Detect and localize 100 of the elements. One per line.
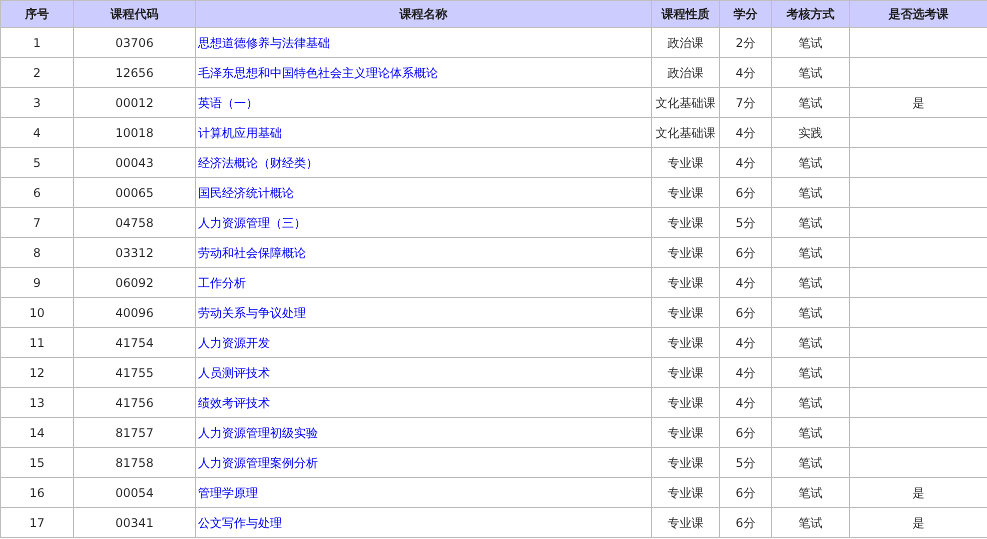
table-cell-text: 4分 bbox=[736, 156, 756, 170]
column-header: 序号 bbox=[25, 7, 49, 21]
course-link[interactable]: 人力资源管理案例分析 bbox=[198, 456, 318, 470]
table-cell-text: 7 bbox=[33, 216, 41, 230]
table-cell-text: 9 bbox=[33, 276, 41, 290]
table-cell-text: 笔试 bbox=[798, 366, 822, 380]
table-cell-text: 00341 bbox=[115, 516, 154, 530]
course-link[interactable]: 管理学原理 bbox=[198, 486, 258, 500]
table-cell-text: 40096 bbox=[115, 306, 154, 320]
table-cell-text: 00043 bbox=[115, 156, 154, 170]
course-link[interactable]: 人力资源开发 bbox=[198, 336, 270, 350]
course-link[interactable]: 人力资源管理初级实验 bbox=[198, 426, 318, 440]
table-cell-text: 笔试 bbox=[798, 396, 822, 410]
table-cell-text: 6分 bbox=[736, 516, 756, 530]
table-cell-text: 2分 bbox=[736, 36, 756, 50]
table-cell-text: 笔试 bbox=[798, 306, 822, 320]
table-cell-text: 10 bbox=[29, 306, 45, 320]
table-cell-text: 政治课 bbox=[668, 36, 704, 50]
course-link[interactable]: 工作分析 bbox=[198, 276, 246, 290]
table-cell-text: 专业课 bbox=[668, 306, 704, 320]
course-link[interactable]: 英语（一） bbox=[198, 96, 258, 110]
table-cell-text: 14 bbox=[29, 426, 45, 440]
table-cell-text: 笔试 bbox=[798, 246, 822, 260]
course-link[interactable]: 经济法概论（财经类） bbox=[198, 156, 318, 170]
table-cell-text: 专业课 bbox=[668, 486, 704, 500]
table-cell-text: 7分 bbox=[736, 96, 756, 110]
table-cell-text: 2 bbox=[33, 66, 41, 80]
course-link[interactable]: 人力资源管理（三） bbox=[198, 216, 306, 230]
table-cell-text: 笔试 bbox=[798, 336, 822, 350]
table-cell-text: 笔试 bbox=[798, 186, 822, 200]
table-cell-text: 笔试 bbox=[798, 486, 822, 500]
table-cell-text: 笔试 bbox=[798, 276, 822, 290]
table-cell-text: 笔试 bbox=[798, 66, 822, 80]
table-cell-text: 11 bbox=[29, 336, 45, 350]
table-cell-text: 12 bbox=[29, 366, 45, 380]
table-cell-text: 13 bbox=[29, 396, 45, 410]
table-cell-text: 4分 bbox=[736, 396, 756, 410]
table-cell-text: 6分 bbox=[736, 186, 756, 200]
table-cell-text: 是 bbox=[912, 486, 924, 500]
course-link[interactable]: 国民经济统计概论 bbox=[198, 186, 294, 200]
course-link[interactable]: 公文写作与处理 bbox=[198, 516, 282, 530]
table-cell-text: 81757 bbox=[115, 426, 154, 440]
table-cell-text: 笔试 bbox=[798, 36, 822, 50]
table-cell-text: 41756 bbox=[115, 396, 154, 410]
column-header: 课程代码 bbox=[110, 7, 158, 21]
table-cell-text: 专业课 bbox=[668, 156, 704, 170]
table-cell-text: 03312 bbox=[115, 246, 154, 260]
table-cell-text: 3 bbox=[33, 96, 41, 110]
table-cell-text: 实践 bbox=[798, 126, 822, 140]
table-cell-text: 专业课 bbox=[668, 216, 704, 230]
table-cell-text: 10018 bbox=[115, 126, 154, 140]
table-cell-text: 5分 bbox=[736, 216, 756, 230]
column-header: 学分 bbox=[734, 7, 758, 21]
table-cell-text: 00054 bbox=[115, 486, 154, 500]
table-cell-text: 5 bbox=[33, 156, 41, 170]
table-cell-text: 6分 bbox=[736, 426, 756, 440]
table-cell-text: 00012 bbox=[115, 96, 154, 110]
table-cell-text: 5分 bbox=[736, 456, 756, 470]
table-cell-text: 12656 bbox=[115, 66, 154, 80]
table-cell-text: 4分 bbox=[736, 66, 756, 80]
table-cell-text: 笔试 bbox=[798, 156, 822, 170]
course-link[interactable]: 劳动关系与争议处理 bbox=[198, 306, 306, 320]
table-cell-text: 文化基础课 bbox=[656, 96, 716, 110]
course-link[interactable]: 绩效考评技术 bbox=[198, 396, 270, 410]
course-link[interactable]: 计算机应用基础 bbox=[198, 126, 282, 140]
table-cell-text: 专业课 bbox=[668, 396, 704, 410]
course-link[interactable]: 人员测评技术 bbox=[198, 366, 270, 380]
table-cell-text: 6 bbox=[33, 186, 41, 200]
table-cell-text: 笔试 bbox=[798, 426, 822, 440]
table-cell-text: 81758 bbox=[115, 456, 154, 470]
table-cell-text: 8 bbox=[33, 246, 41, 260]
table-cell-text: 1 bbox=[33, 36, 41, 50]
table-cell-text: 03706 bbox=[115, 36, 154, 50]
table-cell-text: 4分 bbox=[736, 276, 756, 290]
table-cell-text: 专业课 bbox=[668, 246, 704, 260]
table-cell-text: 6分 bbox=[736, 246, 756, 260]
table-cell-text: 是 bbox=[912, 516, 924, 530]
column-header: 课程性质 bbox=[662, 7, 710, 21]
table-cell-text: 专业课 bbox=[668, 516, 704, 530]
column-header: 课程名称 bbox=[400, 7, 448, 21]
table-cell-text: 专业课 bbox=[668, 336, 704, 350]
table-cell-text: 专业课 bbox=[668, 456, 704, 470]
table-cell-text: 4分 bbox=[736, 126, 756, 140]
column-header: 是否选考课 bbox=[888, 7, 948, 21]
table-cell-text: 00065 bbox=[115, 186, 154, 200]
table-cell-text: 6分 bbox=[736, 486, 756, 500]
table-cell-text: 专业课 bbox=[668, 276, 704, 290]
table-cell-text: 15 bbox=[29, 456, 45, 470]
column-header: 考核方式 bbox=[786, 7, 834, 21]
table-cell-text: 4分 bbox=[736, 336, 756, 350]
table-cell-text: 4 bbox=[33, 126, 41, 140]
table-cell-text: 是 bbox=[912, 96, 924, 110]
course-link[interactable]: 思想道德修养与法律基础 bbox=[198, 36, 330, 50]
table-cell-text: 4分 bbox=[736, 366, 756, 380]
table-cell-text: 笔试 bbox=[798, 456, 822, 470]
table-cell-text: 政治课 bbox=[668, 66, 704, 80]
course-link[interactable]: 劳动和社会保障概论 bbox=[198, 246, 306, 260]
table-cell-text: 17 bbox=[29, 516, 45, 530]
table-cell-text: 笔试 bbox=[798, 96, 822, 110]
table-cell-text: 笔试 bbox=[798, 516, 822, 530]
